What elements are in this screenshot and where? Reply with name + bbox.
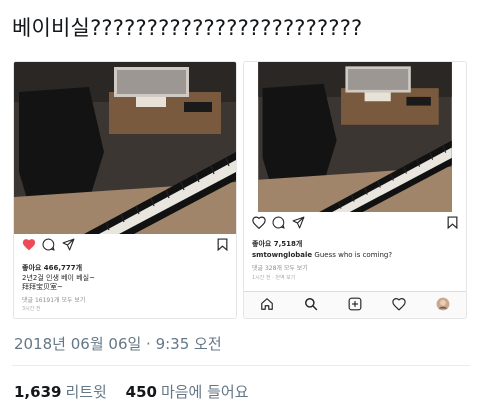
bookmark-icon[interactable]	[447, 216, 458, 229]
studio-photo[interactable]	[14, 62, 236, 234]
profile-avatar-icon[interactable]	[436, 297, 450, 311]
activity-heart-icon[interactable]	[392, 297, 406, 311]
add-post-icon[interactable]	[348, 297, 362, 311]
instagram-post-right[interactable]: 좋아요 7,518개 smtownglobale Guess who is co…	[243, 61, 467, 319]
tweet-text: 베이비실????????????????????????	[12, 16, 363, 40]
bookmark-icon[interactable]	[217, 238, 228, 251]
heart-outline-icon[interactable]	[252, 216, 266, 229]
heart-filled-icon[interactable]	[22, 238, 36, 251]
caption-line-1: 2년2걸 인생 베이 베실~	[22, 274, 95, 282]
caption-text: Guess who is coming?	[314, 251, 393, 259]
home-icon[interactable]	[260, 297, 274, 311]
studio-photo[interactable]	[244, 62, 466, 212]
post-time: 3시간 전	[22, 306, 41, 312]
share-icon[interactable]	[292, 216, 305, 229]
post-actions	[20, 238, 230, 258]
like-stat[interactable]: 450 마음에 들어요	[126, 383, 249, 401]
share-icon[interactable]	[62, 238, 75, 251]
like-label: 마음에 들어요	[160, 383, 249, 401]
comment-icon[interactable]	[272, 216, 285, 229]
likes-count[interactable]: 좋아요 7,518개	[252, 239, 302, 249]
caption-line: smtownglobale Guess who is coming?	[252, 251, 392, 260]
divider	[12, 365, 470, 366]
username[interactable]: smtownglobale	[252, 251, 312, 259]
tweet-timestamp[interactable]: 2018년 06월 06일 · 9:35 오전	[14, 333, 222, 354]
retweet-count: 1,639	[14, 383, 62, 401]
likes-count[interactable]: 좋아요 466,777개	[22, 263, 82, 273]
instagram-post-left[interactable]: 좋아요 466,777개 2년2걸 인생 베이 베실~ 拜拜宝贝室~ 댓글 16…	[13, 61, 237, 319]
retweet-label: 리트윗	[65, 383, 107, 401]
retweet-stat[interactable]: 1,639 리트윗	[14, 383, 107, 401]
comment-icon[interactable]	[42, 238, 55, 251]
instagram-bottom-nav	[244, 291, 466, 318]
like-count: 450	[125, 383, 157, 401]
search-icon[interactable]	[304, 297, 318, 311]
view-comments-link[interactable]: 댓글 328개 모두 보기	[252, 263, 308, 272]
caption-line-2: 拜拜宝贝室~	[22, 283, 63, 291]
view-comments-link[interactable]: 댓글 16191개 모두 보기	[22, 295, 85, 304]
tweet-stats: 1,639 리트윗 450 마음에 들어요	[14, 381, 249, 402]
post-time: 1시간 전 · 번역 보기	[252, 275, 296, 281]
post-actions	[250, 216, 460, 236]
